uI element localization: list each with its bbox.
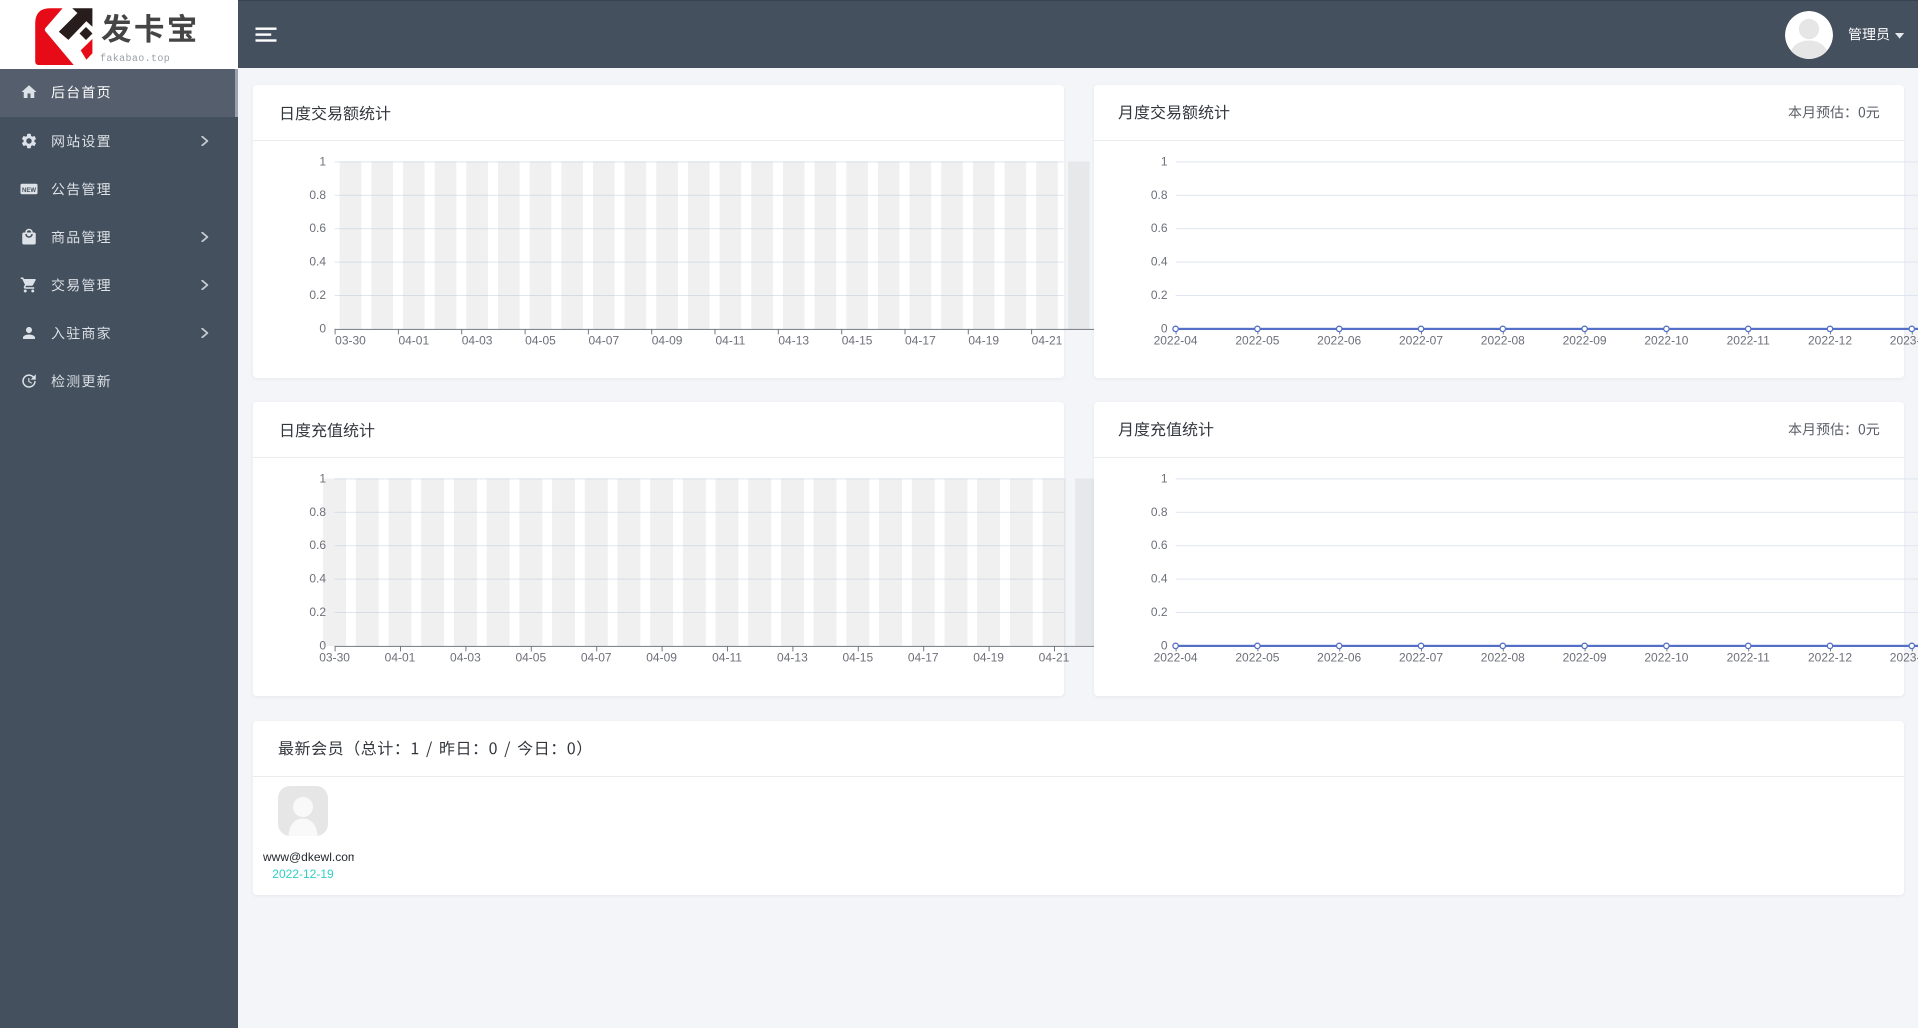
svg-text:04-17: 04-17 [905,334,936,348]
svg-text:1: 1 [1161,154,1168,168]
svg-text:1: 1 [319,471,326,485]
svg-text:0.6: 0.6 [1151,221,1168,235]
svg-text:04-09: 04-09 [652,334,683,348]
svg-text:0: 0 [1161,321,1168,335]
svg-text:2022-12: 2022-12 [1808,334,1852,348]
svg-text:04-07: 04-07 [588,334,619,348]
svg-text:1: 1 [319,154,326,168]
svg-text:0.4: 0.4 [1151,255,1168,269]
svg-text:0: 0 [1161,638,1168,652]
svg-text:0.6: 0.6 [309,538,326,552]
svg-text:2022-10: 2022-10 [1644,651,1688,665]
svg-text:0: 0 [319,321,326,335]
svg-text:04-21: 04-21 [1032,334,1063,348]
svg-text:2022-11: 2022-11 [1727,334,1770,348]
svg-text:2022-05: 2022-05 [1235,651,1279,665]
svg-text:1: 1 [1161,471,1168,485]
svg-text:04-11: 04-11 [712,651,742,665]
svg-text:2022-11: 2022-11 [1727,651,1770,665]
svg-text:2022-08: 2022-08 [1481,651,1525,665]
svg-text:2022-12: 2022-12 [1808,651,1852,665]
svg-text:04-07: 04-07 [581,651,612,665]
svg-text:04-17: 04-17 [908,651,939,665]
svg-text:0.8: 0.8 [1151,505,1168,519]
svg-text:2023-01: 2023-01 [1890,334,1918,348]
svg-text:2022-07: 2022-07 [1399,334,1443,348]
svg-text:2022-04: 2022-04 [1154,651,1198,665]
svg-text:0.4: 0.4 [1151,572,1168,586]
svg-text:04-11: 04-11 [715,334,745,348]
svg-text:0: 0 [319,638,326,652]
svg-text:04-13: 04-13 [778,334,809,348]
svg-text:04-01: 04-01 [398,334,429,348]
svg-text:2022-04: 2022-04 [1154,334,1198,348]
svg-text:04-03: 04-03 [450,651,481,665]
svg-text:0.4: 0.4 [309,572,326,586]
svg-text:2022-07: 2022-07 [1399,651,1443,665]
svg-text:04-13: 04-13 [777,651,808,665]
svg-text:0.2: 0.2 [1151,605,1168,619]
svg-text:04-09: 04-09 [646,651,677,665]
svg-text:04-05: 04-05 [525,334,556,348]
svg-text:0.6: 0.6 [309,221,326,235]
svg-text:04-01: 04-01 [385,651,416,665]
svg-text:2022-08: 2022-08 [1481,334,1525,348]
svg-text:0.4: 0.4 [309,255,326,269]
svg-text:0.2: 0.2 [309,288,326,302]
svg-text:2022-10: 2022-10 [1644,334,1688,348]
svg-text:0.6: 0.6 [1151,538,1168,552]
svg-text:0.2: 0.2 [309,605,326,619]
svg-text:2022-09: 2022-09 [1563,334,1607,348]
svg-text:04-19: 04-19 [968,334,999,348]
svg-text:03-30: 03-30 [319,651,350,665]
svg-text:2022-09: 2022-09 [1563,651,1607,665]
svg-text:04-05: 04-05 [515,651,546,665]
svg-text:0.2: 0.2 [1151,288,1168,302]
svg-text:04-21: 04-21 [1039,651,1070,665]
svg-text:0.8: 0.8 [1151,188,1168,202]
svg-text:04-15: 04-15 [842,651,873,665]
svg-text:2023-01: 2023-01 [1890,651,1918,665]
svg-text:2022-06: 2022-06 [1317,334,1361,348]
svg-text:2022-06: 2022-06 [1317,651,1361,665]
svg-text:04-03: 04-03 [462,334,493,348]
svg-text:03-30: 03-30 [335,334,366,348]
svg-text:2022-05: 2022-05 [1235,334,1279,348]
svg-text:0.8: 0.8 [309,188,326,202]
svg-text:04-19: 04-19 [973,651,1004,665]
svg-text:NEW: NEW [22,188,36,194]
svg-text:0.8: 0.8 [309,505,326,519]
svg-text:04-15: 04-15 [842,334,873,348]
